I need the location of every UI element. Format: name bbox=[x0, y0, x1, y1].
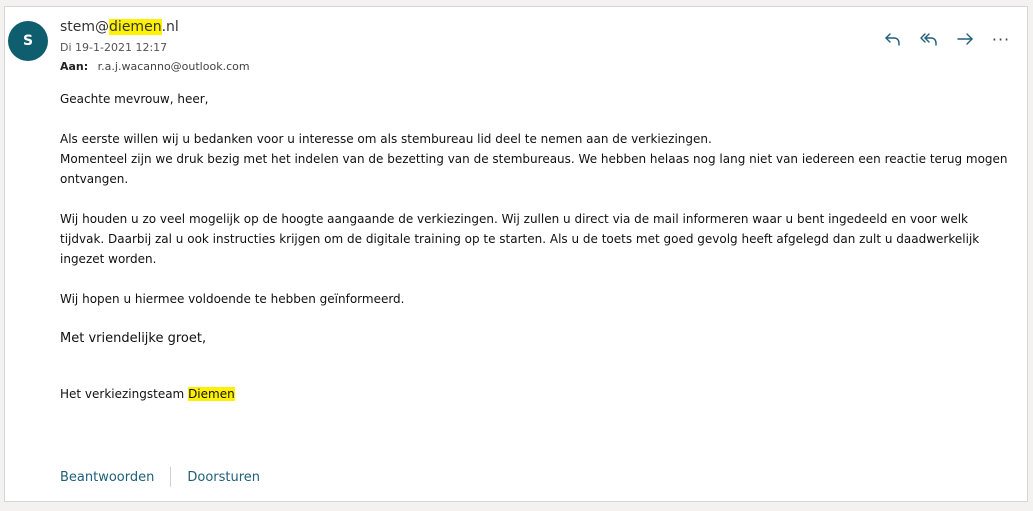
more-icon: ··· bbox=[991, 29, 1011, 49]
sender-suffix: .nl bbox=[161, 19, 179, 35]
more-actions-button[interactable]: ··· bbox=[989, 27, 1013, 51]
recipient-address[interactable]: r.a.j.wacanno@outlook.com bbox=[98, 60, 250, 73]
greeting-text: Geachte mevrouw, heer, bbox=[60, 92, 209, 106]
paragraph-1-line-2: Momenteel zijn we druk bezig met het ind… bbox=[60, 152, 1008, 186]
forward-icon bbox=[957, 33, 973, 45]
reply-all-button[interactable] bbox=[917, 27, 941, 51]
sender-prefix: stem@ bbox=[60, 19, 110, 35]
reply-icon bbox=[885, 33, 900, 46]
message-footer: Beantwoorden Doorsturen bbox=[60, 467, 260, 487]
reply-all-icon bbox=[920, 33, 937, 46]
message-body: Geachte mevrouw, heer, Als eerste willen… bbox=[60, 89, 1015, 349]
forward-button[interactable] bbox=[953, 27, 977, 51]
message-actions: ··· bbox=[881, 27, 1013, 51]
paragraph-2: Wij houden u zo veel mogelijk op de hoog… bbox=[60, 212, 980, 266]
signature: Het verkiezingsteam Diemen bbox=[60, 387, 235, 401]
sender-address[interactable]: stem@diemen.nl bbox=[60, 19, 179, 35]
sender-avatar[interactable]: S bbox=[8, 21, 48, 61]
forward-link[interactable]: Doorsturen bbox=[187, 470, 260, 485]
closing-text: Met vriendelijke groet, bbox=[60, 331, 207, 346]
message-date: Di 19-1-2021 12:17 bbox=[60, 41, 168, 54]
signature-highlight: Diemen bbox=[188, 387, 235, 401]
reply-link[interactable]: Beantwoorden bbox=[60, 470, 154, 485]
signature-prefix: Het verkiezingsteam bbox=[60, 387, 189, 401]
avatar-initial: S bbox=[22, 33, 34, 49]
paragraph-3: Wij hopen u hiermee voldoende te hebben … bbox=[60, 292, 405, 306]
sender-highlight: diemen bbox=[109, 19, 162, 35]
footer-divider bbox=[170, 467, 172, 487]
recipient-row: Aan: r.a.j.wacanno@outlook.com bbox=[60, 60, 250, 73]
email-message-card: S stem@diemen.nl Di 19-1-2021 12:17 Aan:… bbox=[4, 6, 1028, 502]
reply-button[interactable] bbox=[881, 27, 905, 51]
paragraph-1-line-1: Als eerste willen wij u bedanken voor u … bbox=[60, 132, 712, 146]
recipient-label: Aan: bbox=[60, 60, 89, 73]
